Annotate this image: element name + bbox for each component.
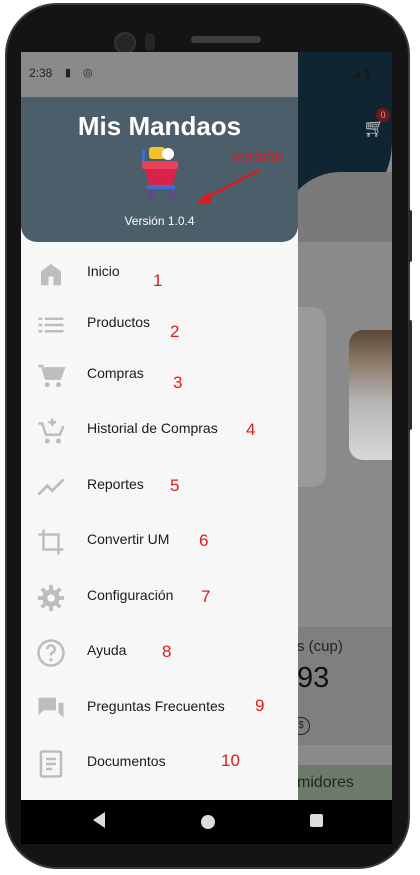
system-navigation-bar bbox=[21, 800, 392, 844]
crop-icon bbox=[38, 529, 64, 555]
status-bar: 2:38 ▮ ◎ bbox=[21, 52, 298, 97]
menu-item-ayuda[interactable]: Ayuda 8 bbox=[21, 628, 298, 676]
menu-item-historial-de-compras[interactable]: Historial de Compras 4 bbox=[21, 406, 298, 454]
menu-item-reportes[interactable]: Reportes 5 bbox=[21, 462, 298, 510]
annotation-number: 5 bbox=[170, 476, 180, 495]
menu-label: Documentos bbox=[87, 753, 166, 769]
menu-item-inicio[interactable]: Inicio 1 bbox=[21, 249, 298, 297]
document-icon bbox=[39, 750, 63, 778]
menu-label: Convertir UM bbox=[87, 531, 170, 547]
menu-item-convertir-um[interactable]: Convertir UM 6 bbox=[21, 517, 298, 565]
sd-card-icon: ▮ bbox=[65, 67, 72, 79]
annotation-number: 9 bbox=[255, 696, 265, 715]
menu-item-configuracion[interactable]: Configuración 7 bbox=[21, 573, 298, 621]
navigation-drawer: 2:38 ▮ ◎ Mis Mandaos Versión 1.0.4 versi… bbox=[21, 52, 298, 800]
front-sensor bbox=[145, 33, 155, 51]
cart-plus-icon bbox=[38, 418, 65, 444]
annotation-number: 6 bbox=[199, 531, 209, 550]
forum-icon bbox=[38, 697, 64, 718]
summary-panel-value: 93 bbox=[297, 662, 330, 694]
version-annotation: versión bbox=[232, 149, 284, 166]
front-camera bbox=[114, 32, 136, 54]
shopping-cart-icon bbox=[38, 364, 66, 388]
app-title: Mis Mandaos bbox=[77, 111, 242, 141]
annotation-number: 3 bbox=[173, 373, 183, 392]
phone-speaker bbox=[191, 36, 261, 43]
help-circle-icon bbox=[37, 639, 65, 667]
gear-icon bbox=[37, 584, 65, 612]
shopping-cart-logo-icon bbox=[142, 147, 178, 199]
annotation-number: 4 bbox=[246, 420, 256, 439]
annotation-number: 8 bbox=[162, 642, 172, 661]
version-label: Versión 1.0.4 bbox=[124, 214, 195, 228]
data-saver-icon: ◎ bbox=[83, 67, 93, 79]
menu-label: Preguntas Frecuentes bbox=[87, 698, 225, 714]
menu-item-preguntas-frecuentes[interactable]: Preguntas Frecuentes 9 bbox=[21, 684, 298, 732]
home-icon bbox=[41, 264, 61, 286]
home-button-icon[interactable] bbox=[201, 815, 215, 829]
back-icon[interactable] bbox=[93, 812, 105, 828]
recent-apps-icon[interactable] bbox=[310, 814, 323, 827]
menu-label: Configuración bbox=[87, 587, 174, 603]
annotation-number: 1 bbox=[153, 271, 163, 290]
menu-label: Productos bbox=[87, 314, 151, 330]
power-button bbox=[408, 210, 412, 262]
annotation-number: 7 bbox=[201, 587, 211, 606]
list-icon bbox=[38, 317, 64, 333]
cart-badge: 0 bbox=[376, 108, 390, 122]
annotation-arrow-icon bbox=[195, 168, 260, 204]
summary-panel-title: s (cup) bbox=[297, 638, 343, 655]
trending-up-icon bbox=[37, 478, 65, 496]
menu-label: Inicio bbox=[87, 263, 120, 279]
screen: ◢ ▮ 🛒︎ 0 s (cup) 93 $ midores 2:38 ▮ ◎ M… bbox=[21, 52, 392, 800]
volume-button bbox=[408, 320, 412, 430]
menu-item-documentos[interactable]: Documentos 10 bbox=[21, 739, 298, 787]
product-image-card[interactable] bbox=[349, 330, 392, 460]
background-status-icons: ◢ ▮ bbox=[351, 66, 371, 80]
menu-item-productos[interactable]: Productos 2 bbox=[21, 300, 298, 348]
menu-item-compras[interactable]: Compras 3 bbox=[21, 351, 298, 399]
annotation-number: 10 bbox=[221, 751, 240, 770]
status-time: 2:38 bbox=[29, 66, 53, 80]
annotation-number: 2 bbox=[170, 322, 180, 341]
consumers-button-label: midores bbox=[297, 774, 354, 791]
menu-label: Compras bbox=[87, 365, 144, 381]
menu-label: Historial de Compras bbox=[87, 420, 218, 436]
menu-label: Reportes bbox=[87, 476, 144, 492]
menu-label: Ayuda bbox=[87, 642, 127, 658]
